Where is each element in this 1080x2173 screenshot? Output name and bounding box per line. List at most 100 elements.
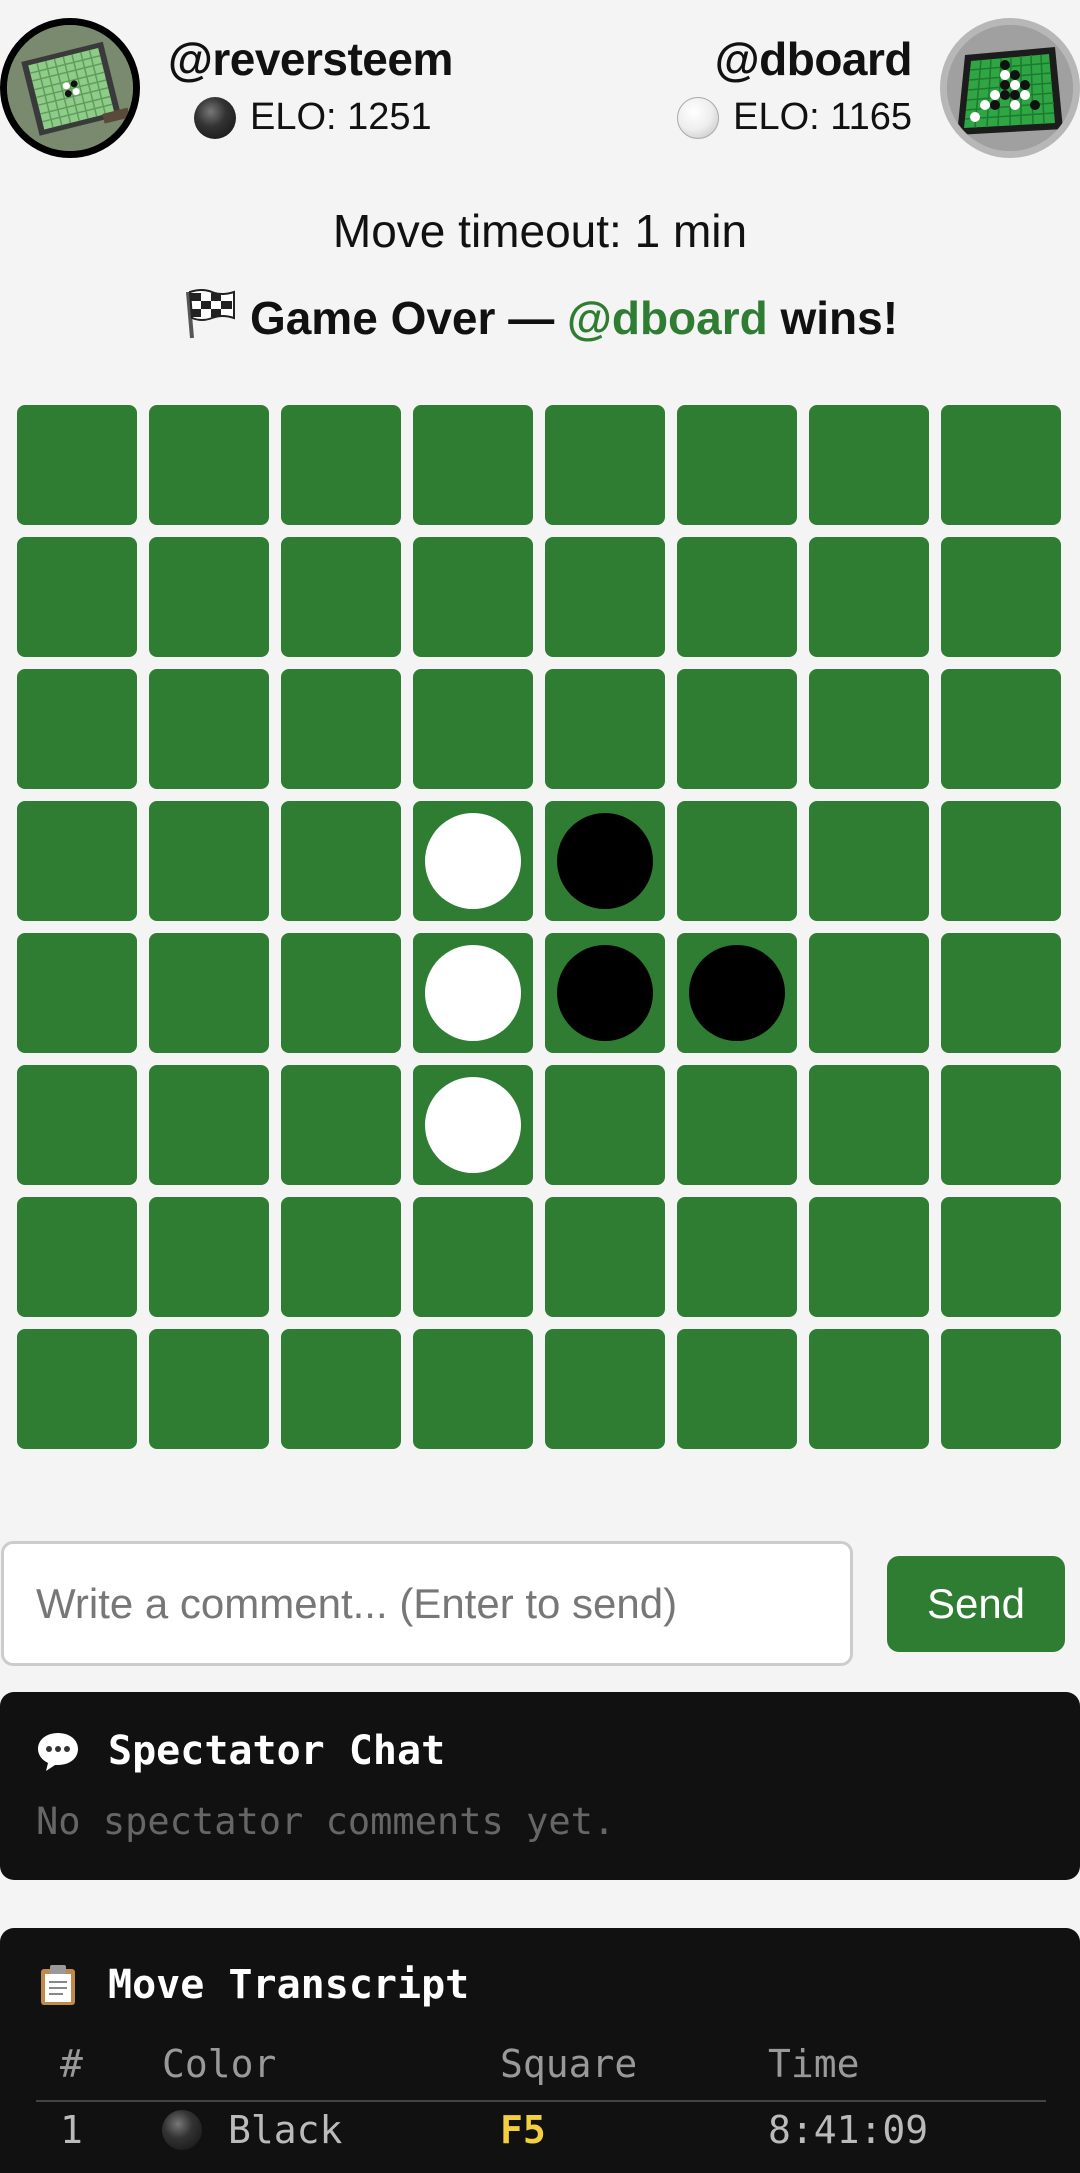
move-time: 8:41:09 — [768, 2108, 929, 2152]
board-cell-f1[interactable] — [677, 405, 797, 525]
board-cell-e6[interactable] — [545, 1065, 665, 1185]
board-cell-b1[interactable] — [149, 405, 269, 525]
board-cell-e4[interactable] — [545, 801, 665, 921]
move-transcript-panel: Move Transcript # Color Square Time 1 Bl… — [0, 1928, 1080, 2173]
board-cell-f7[interactable] — [677, 1197, 797, 1317]
board-cell-g6[interactable] — [809, 1065, 929, 1185]
player-black-avatar[interactable] — [0, 18, 140, 158]
board-cell-b2[interactable] — [149, 537, 269, 657]
board-cell-f6[interactable] — [677, 1065, 797, 1185]
white-disc-icon — [677, 96, 720, 139]
board-cell-g1[interactable] — [809, 405, 929, 525]
board-cell-d4[interactable] — [413, 801, 533, 921]
player-white-name[interactable]: @dboard — [715, 32, 913, 86]
board-cell-g8[interactable] — [809, 1329, 929, 1449]
board-cell-c8[interactable] — [281, 1329, 401, 1449]
board-cell-a3[interactable] — [17, 669, 137, 789]
board-cell-f2[interactable] — [677, 537, 797, 657]
player-white-avatar[interactable] — [940, 18, 1080, 158]
board-cell-f4[interactable] — [677, 801, 797, 921]
board-cell-b4[interactable] — [149, 801, 269, 921]
player-white-elo: ELO: 1165 — [677, 96, 912, 139]
comment-input[interactable] — [1, 1541, 853, 1666]
spectator-chat-title-text: Spectator Chat — [108, 1728, 446, 1774]
player-white-elo-label: ELO: 1165 — [733, 96, 912, 138]
move-color: Black — [162, 2108, 342, 2152]
board-cell-e8[interactable] — [545, 1329, 665, 1449]
move-transcript-title-text: Move Transcript — [108, 1962, 470, 2008]
board-cell-h3[interactable] — [941, 669, 1061, 789]
board-cell-h8[interactable] — [941, 1329, 1061, 1449]
board-cell-h4[interactable] — [941, 801, 1061, 921]
board-cell-d8[interactable] — [413, 1329, 533, 1449]
board-cell-c2[interactable] — [281, 537, 401, 657]
board-cell-h2[interactable] — [941, 537, 1061, 657]
checkered-flag-icon — [182, 288, 236, 340]
spectator-chat-title: Spectator Chat — [36, 1728, 445, 1774]
white-piece — [425, 813, 521, 909]
black-piece — [557, 813, 653, 909]
board-cell-d5[interactable] — [413, 933, 533, 1053]
board-cell-c4[interactable] — [281, 801, 401, 921]
header-color: Color — [162, 2042, 277, 2086]
white-piece — [425, 1077, 521, 1173]
board-cell-a2[interactable] — [17, 537, 137, 657]
header-square: Square — [500, 2042, 638, 2086]
black-piece — [689, 945, 785, 1041]
board-cell-d6[interactable] — [413, 1065, 533, 1185]
board-cell-c3[interactable] — [281, 669, 401, 789]
board-cell-h5[interactable] — [941, 933, 1061, 1053]
board-cell-h1[interactable] — [941, 405, 1061, 525]
board-cell-b3[interactable] — [149, 669, 269, 789]
board-cell-d7[interactable] — [413, 1197, 533, 1317]
board-cell-e5[interactable] — [545, 933, 665, 1053]
board-cell-d3[interactable] — [413, 669, 533, 789]
speech-bubble-icon — [36, 1729, 80, 1773]
board-cell-h7[interactable] — [941, 1197, 1061, 1317]
board-cell-g4[interactable] — [809, 801, 929, 921]
board-cell-h6[interactable] — [941, 1065, 1061, 1185]
board-cell-f5[interactable] — [677, 933, 797, 1053]
board-cell-a4[interactable] — [17, 801, 137, 921]
board-cell-e2[interactable] — [545, 537, 665, 657]
game-status: Game Over — @dboard wins! — [0, 288, 1080, 345]
board-cell-c6[interactable] — [281, 1065, 401, 1185]
board-cell-g5[interactable] — [809, 933, 929, 1053]
move-transcript-title: Move Transcript — [36, 1962, 469, 2008]
board-cell-b8[interactable] — [149, 1329, 269, 1449]
board-cell-f3[interactable] — [677, 669, 797, 789]
send-button[interactable]: Send — [887, 1556, 1065, 1652]
board-cell-a5[interactable] — [17, 933, 137, 1053]
header-num: # — [60, 2042, 83, 2086]
player-black-name[interactable]: @reversteem — [168, 32, 453, 86]
board-cell-e7[interactable] — [545, 1197, 665, 1317]
board-cell-a8[interactable] — [17, 1329, 137, 1449]
board-cell-g7[interactable] — [809, 1197, 929, 1317]
board-cell-d2[interactable] — [413, 537, 533, 657]
board-cell-c5[interactable] — [281, 933, 401, 1053]
board-cell-g3[interactable] — [809, 669, 929, 789]
board-cell-a1[interactable] — [17, 405, 137, 525]
transcript-header-row: # Color Square Time — [36, 2042, 1046, 2102]
header-time: Time — [768, 2042, 860, 2086]
board-cell-b7[interactable] — [149, 1197, 269, 1317]
board-cell-b6[interactable] — [149, 1065, 269, 1185]
board-cell-a7[interactable] — [17, 1197, 137, 1317]
board-cell-d1[interactable] — [413, 405, 533, 525]
spectator-chat-panel: Spectator Chat No spectator comments yet… — [0, 1692, 1080, 1880]
board-cell-f8[interactable] — [677, 1329, 797, 1449]
board-cell-a6[interactable] — [17, 1065, 137, 1185]
black-disc-icon — [194, 96, 236, 139]
board-cell-e1[interactable] — [545, 405, 665, 525]
transcript-row: 1 Black F5 8:41:09 — [36, 2108, 1046, 2168]
board-cell-c7[interactable] — [281, 1197, 401, 1317]
move-num: 1 — [60, 2108, 83, 2152]
move-color-label: Black — [228, 2108, 343, 2152]
board-cell-c1[interactable] — [281, 405, 401, 525]
status-prefix: Game Over — — [249, 292, 567, 344]
winner-name[interactable]: @dboard — [567, 292, 768, 344]
board-cell-b5[interactable] — [149, 933, 269, 1053]
board-cell-g2[interactable] — [809, 537, 929, 657]
board-cell-e3[interactable] — [545, 669, 665, 789]
chat-empty-message: No spectator comments yet. — [36, 1800, 616, 1843]
